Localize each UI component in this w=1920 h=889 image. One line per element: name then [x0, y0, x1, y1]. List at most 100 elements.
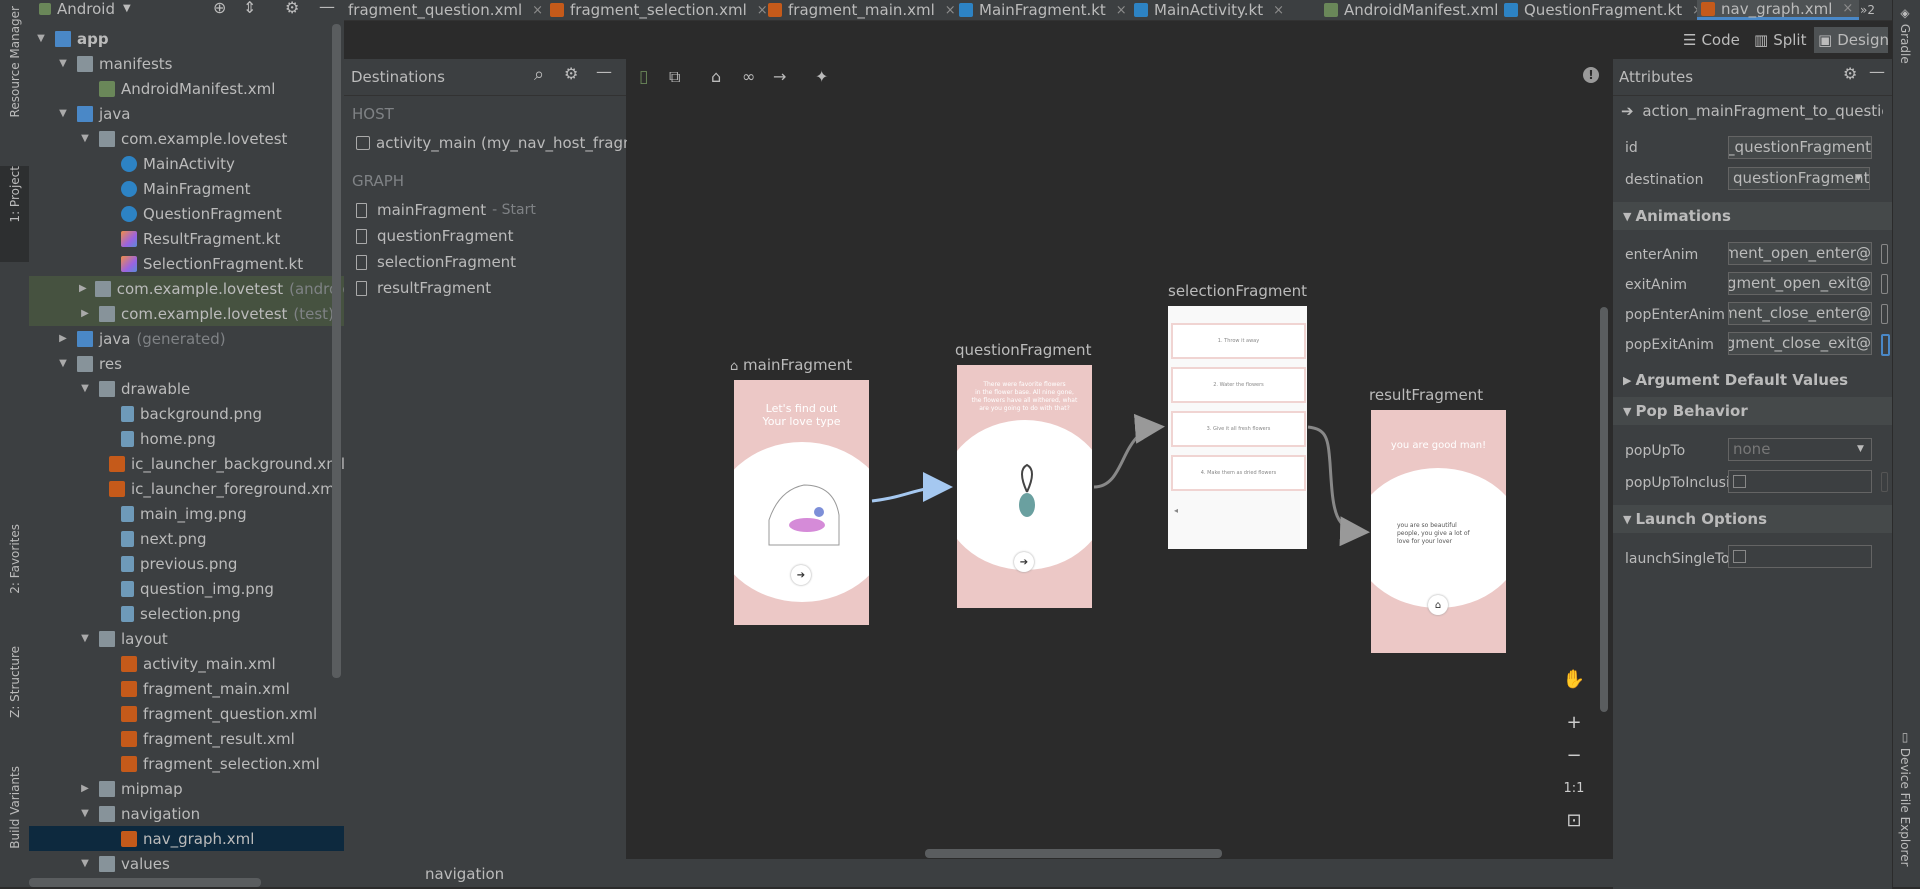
close-icon[interactable]: × — [532, 3, 543, 18]
destination-select[interactable]: questionFragment ▼ — [1728, 167, 1870, 190]
graph-item-questionfragment[interactable]: questionFragment — [356, 227, 513, 245]
action-main-to-question[interactable] — [871, 472, 953, 503]
chevron-down-icon[interactable]: ▼ — [57, 358, 69, 370]
chevron-down-icon[interactable]: ▼ — [35, 33, 47, 45]
tool-tab-project[interactable]: 1: Project — [0, 166, 29, 262]
tool-tab-build-variants[interactable]: Build Variants — [0, 766, 29, 878]
editor-tab[interactable]: nav_graph.xml × — [1697, 0, 1860, 20]
editor-tab[interactable]: AndroidManifest.xml× — [1320, 0, 1525, 20]
globe-icon[interactable]: ⊕ — [213, 0, 226, 17]
tool-tab-resource-manager[interactable]: Resource Manager — [0, 6, 29, 146]
minimize-icon[interactable]: — — [319, 0, 335, 16]
chevron-down-icon[interactable]: ▼ — [79, 633, 91, 645]
gear-icon[interactable]: ⚙ — [564, 64, 578, 83]
gradle-tab[interactable]: ◈ Gradle — [1898, 6, 1912, 64]
pop-exit-anim-field[interactable]: @anim/nav_default_fragment_close_exit — [1728, 332, 1872, 355]
pop-enter-anim-field[interactable]: @anim/nav_default_fragment_close_enter — [1728, 302, 1872, 325]
fragment-label-selection[interactable]: selectionFragment — [1168, 282, 1307, 300]
main-fragment-preview[interactable]: Let's find out Your love type ➔ — [734, 380, 869, 625]
tree-item[interactable]: ic_launcher_foreground.xml(v — [29, 476, 344, 501]
zoom-in-icon[interactable]: + — [1557, 707, 1591, 737]
launch-single-top-field[interactable] — [1728, 545, 1872, 568]
tab-overflow-button[interactable]: »2 — [1860, 0, 1875, 20]
tree-item[interactable]: ▶com.example.lovetest(androidTest) — [29, 276, 344, 301]
canvas-h-scrollbar[interactable] — [925, 849, 1222, 858]
editor-tab[interactable]: fragment_question.xml × — [344, 0, 549, 20]
selection-fragment-preview[interactable]: 1. Throw it away 2. Water the flowers 3.… — [1168, 306, 1307, 549]
pop-up-to-inclusive-field[interactable] — [1728, 470, 1872, 493]
split-mode-button[interactable]: ▥ Split — [1754, 27, 1810, 53]
graph-item-mainfragment[interactable]: mainFragment - Start — [356, 201, 536, 219]
zoom-to-fit-icon[interactable]: ⊡ — [1557, 805, 1591, 835]
tree-item[interactable]: AndroidManifest.xml — [29, 76, 344, 101]
tree-item[interactable]: SelectionFragment.kt — [29, 251, 344, 276]
close-icon[interactable]: × — [1116, 3, 1127, 18]
minimize-icon[interactable]: — — [596, 62, 612, 81]
resource-picker-button[interactable] — [1881, 472, 1888, 492]
tree-item[interactable]: ▼ res — [29, 351, 344, 376]
editor-tab[interactable]: fragment_selection.xml × — [546, 0, 774, 20]
pan-hand-icon[interactable]: ✋ — [1557, 664, 1591, 694]
tree-item[interactable]: ▼ drawable — [29, 376, 344, 401]
id-field[interactable]: action_mainFragment_to_questionFragment — [1728, 136, 1872, 159]
tree-item[interactable]: background.png — [29, 401, 344, 426]
navigation-canvas[interactable]: ▯ ⧉ ⌂ ∞ → ✦ ! ⌂ mainFragment Let's find … — [627, 59, 1610, 859]
tree-item[interactable]: activity_main.xml — [29, 651, 344, 676]
tree-item[interactable]: ▼ values — [29, 851, 344, 876]
fragment-label-question[interactable]: questionFragment — [955, 341, 1091, 359]
tree-item[interactable]: ▼ app — [29, 26, 344, 51]
tree-item[interactable]: main_img.png — [29, 501, 344, 526]
result-fragment-preview[interactable]: you are good man! you are so beautiful p… — [1371, 410, 1506, 653]
chevron-right-icon[interactable]: ▶ — [79, 783, 91, 795]
editor-tab[interactable]: MainActivity.kt × — [1130, 0, 1290, 20]
tree-item[interactable]: fragment_main.xml — [29, 676, 344, 701]
chevron-down-icon[interactable]: ▼ — [79, 133, 91, 145]
fragment-label-main[interactable]: ⌂ mainFragment — [730, 356, 852, 374]
chevron-down-icon[interactable]: ▼ — [57, 58, 69, 70]
tree-item[interactable]: fragment_selection.xml — [29, 751, 344, 776]
design-mode-button[interactable]: ▣ Design — [1814, 27, 1889, 53]
tree-item[interactable]: ▼ manifests — [29, 51, 344, 76]
tree-item[interactable]: ▶ mipmap — [29, 776, 344, 801]
chevron-right-icon[interactable]: ▶ — [79, 283, 87, 295]
tree-item[interactable]: ▶ com.example.lovetest (test) — [29, 301, 344, 326]
collapse-all-icon[interactable]: ⇕ — [243, 0, 256, 17]
chevron-right-icon[interactable]: ▶ — [79, 308, 91, 320]
exit-anim-field[interactable]: @anim/nav_default_fragment_open_exit — [1728, 272, 1872, 295]
editor-tab[interactable]: MainFragment.kt × — [955, 0, 1133, 20]
tree-item[interactable]: fragment_result.xml — [29, 726, 344, 751]
tree-item[interactable]: fragment_question.xml — [29, 701, 344, 726]
resource-picker-button[interactable] — [1881, 244, 1888, 264]
project-view-selector[interactable]: Android ▼ — [39, 0, 131, 18]
close-icon[interactable]: × — [1273, 3, 1284, 18]
tree-item[interactable]: next.png — [29, 526, 344, 551]
project-scrollbar[interactable] — [332, 24, 341, 678]
project-h-scrollbar[interactable] — [29, 878, 261, 887]
graph-item-selectionfragment[interactable]: selectionFragment — [356, 253, 516, 271]
tool-tab-favorites[interactable]: 2: Favorites — [0, 524, 29, 620]
tree-item[interactable]: question_img.png — [29, 576, 344, 601]
tree-item[interactable]: selection.png — [29, 601, 344, 626]
editor-tab[interactable]: fragment_main.xml × — [764, 0, 962, 20]
gear-icon[interactable]: ⚙ — [1843, 64, 1857, 83]
tree-item[interactable]: nav_graph.xml — [29, 826, 344, 851]
gear-icon[interactable]: ⚙ — [285, 0, 299, 17]
tree-item[interactable]: ▼ navigation — [29, 801, 344, 826]
chevron-right-icon[interactable]: ▶ — [57, 333, 69, 345]
minimize-icon[interactable]: — — [1869, 62, 1885, 81]
tree-item[interactable]: MainActivity — [29, 151, 344, 176]
tree-item[interactable]: previous.png — [29, 551, 344, 576]
chevron-down-icon[interactable]: ▼ — [79, 808, 91, 820]
tree-item[interactable]: ▼ java — [29, 101, 344, 126]
enter-anim-field[interactable]: @anim/nav_default_fragment_open_enter — [1728, 242, 1872, 265]
animations-section[interactable]: ▼ Animations — [1613, 202, 1892, 230]
search-icon[interactable]: ⌕ — [534, 64, 544, 85]
tree-item[interactable]: ic_launcher_background.xml — [29, 451, 344, 476]
graph-item-resultfragment[interactable]: resultFragment — [356, 279, 491, 297]
editor-tab[interactable]: QuestionFragment.kt× — [1500, 0, 1709, 20]
action-selection-to-result[interactable] — [1307, 425, 1370, 547]
pop-behavior-section[interactable]: ▼ Pop Behavior — [1613, 397, 1892, 425]
tree-item[interactable]: MainFragment — [29, 176, 344, 201]
chevron-down-icon[interactable]: ▼ — [57, 108, 69, 120]
action-question-to-selection[interactable] — [1093, 413, 1165, 489]
